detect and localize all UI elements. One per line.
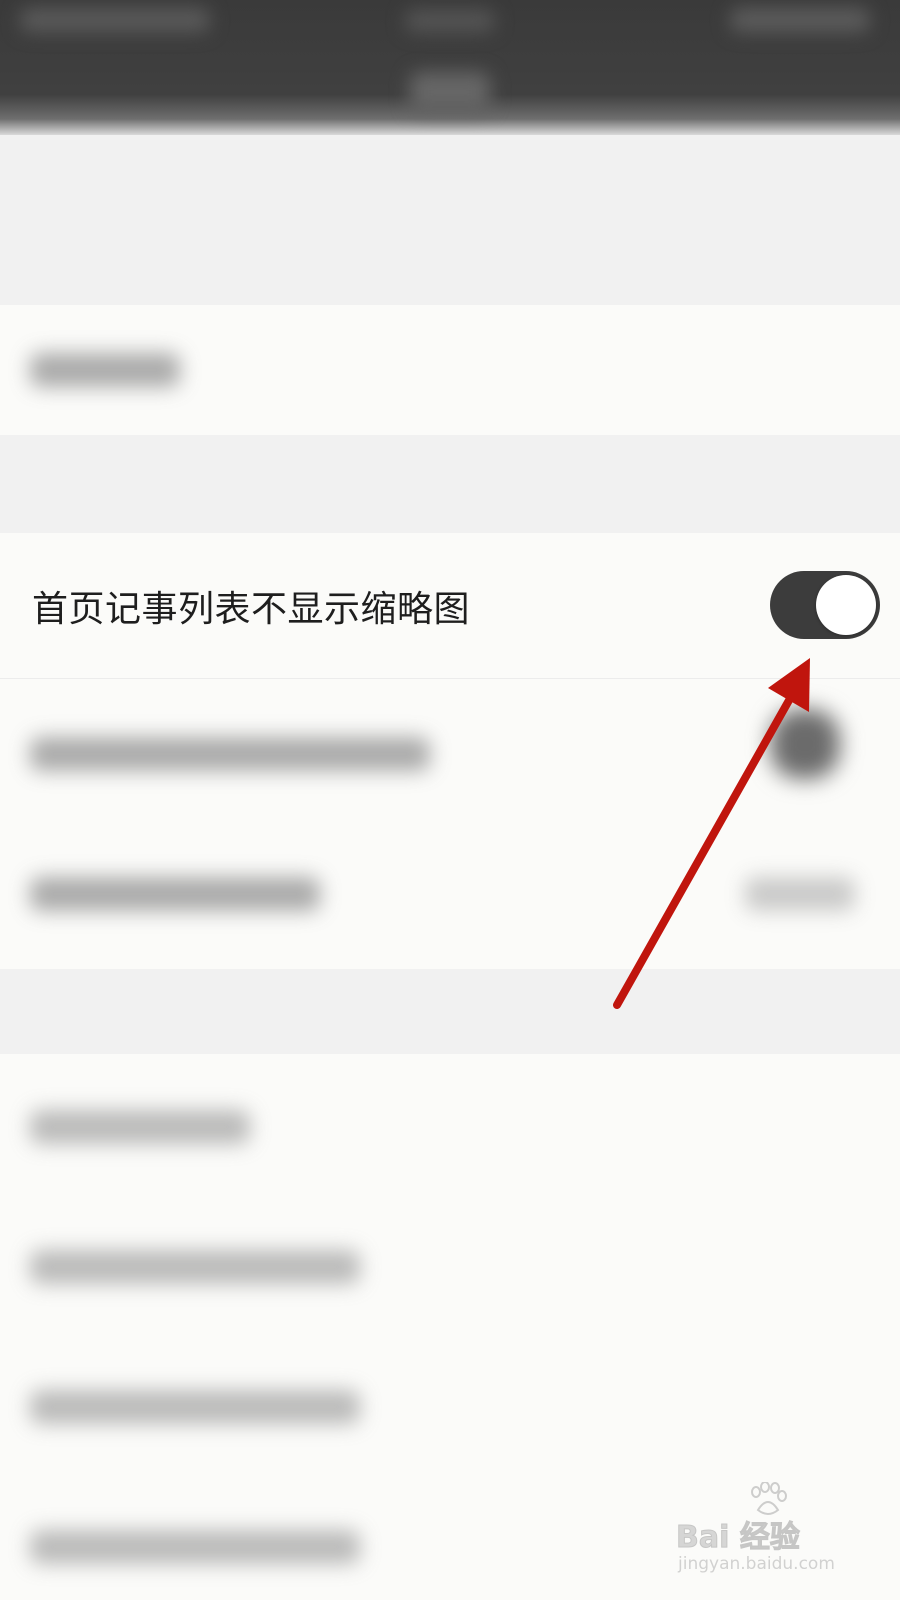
blurred-row-2-label	[30, 737, 430, 771]
blurred-row-6[interactable]	[0, 1334, 900, 1474]
blurred-title-bar	[0, 0, 900, 135]
setting-label: 首页记事列表不显示缩略图	[32, 588, 471, 630]
hide-thumbnails-toggle[interactable]	[770, 571, 880, 639]
blurred-row-7-label	[30, 1530, 360, 1564]
blurred-section-gap	[0, 435, 900, 533]
blurred-section-gap	[0, 969, 900, 1054]
blurred-status-left	[20, 8, 210, 32]
blurred-row-4-label	[30, 1110, 250, 1144]
blurred-row-6-label	[30, 1390, 360, 1424]
blurred-status-right	[730, 8, 870, 32]
setting-row-hide-thumbnails: 首页记事列表不显示缩略图	[0, 533, 900, 679]
blurred-row-4[interactable]	[0, 1054, 900, 1194]
blurred-row-3-value	[745, 877, 855, 911]
blurred-row-1[interactable]	[0, 305, 900, 435]
blurred-row-3[interactable]	[0, 829, 900, 969]
blurred-toggle	[770, 709, 840, 779]
blurred-row-3-label	[30, 877, 320, 911]
blurred-row-2[interactable]	[0, 679, 900, 829]
watermark-url: jingyan.baidu.com	[678, 1554, 835, 1574]
blurred-page-title	[410, 72, 490, 112]
blurred-status-center	[405, 10, 495, 32]
blurred-row-5-label	[30, 1250, 360, 1284]
blurred-row-1-label	[30, 353, 180, 387]
watermark: Bai 经验 jingyan.baidu.com	[676, 1482, 856, 1582]
blurred-row-5[interactable]	[0, 1194, 900, 1334]
blurred-section-gap	[0, 135, 900, 305]
watermark-logo: Bai 经验	[676, 1520, 801, 1556]
toggle-knob	[816, 575, 876, 635]
